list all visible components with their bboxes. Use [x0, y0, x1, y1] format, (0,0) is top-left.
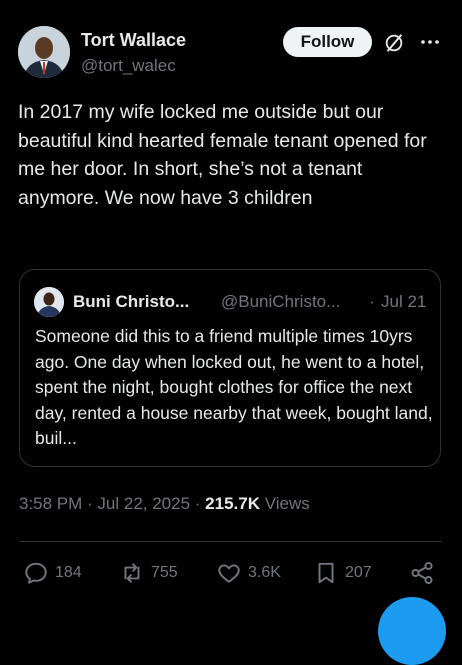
meta-separator: ·	[190, 494, 206, 513]
tweet-date[interactable]: Jul 22, 2025	[97, 494, 190, 513]
bookmark-count: 207	[345, 564, 372, 581]
share-button[interactable]	[409, 558, 441, 588]
quoted-date[interactable]: Jul 21	[381, 292, 426, 312]
divider	[19, 541, 442, 542]
author-handle[interactable]: @tort_walec	[81, 56, 176, 76]
grok-icon[interactable]	[383, 32, 405, 54]
bookmark-button[interactable]: 207	[313, 558, 372, 588]
quoted-author-name[interactable]: Buni Christo...	[73, 292, 189, 312]
repost-icon	[124, 563, 140, 583]
action-bar: 184 755 3.6K 207	[0, 558, 462, 588]
like-count: 3.6K	[248, 564, 281, 581]
views-label: Views	[264, 494, 310, 513]
reply-count: 184	[55, 564, 82, 581]
quoted-text: Someone did this to a friend multiple ti…	[35, 326, 433, 448]
reply-button[interactable]: 184	[23, 558, 82, 588]
quoted-tweet[interactable]: Buni Christo... @BuniChristo... · Jul 21…	[19, 269, 441, 467]
repost-count: 755	[151, 564, 178, 581]
quoted-separator: ·	[369, 292, 375, 311]
compose-button[interactable]	[378, 597, 446, 665]
tweet-header: Tort Wallace @tort_walec Follow	[18, 26, 448, 82]
quoted-author-avatar[interactable]	[34, 287, 64, 317]
repost-button[interactable]: 755	[119, 558, 178, 588]
bookmark-icon	[318, 562, 334, 584]
quoted-author-handle[interactable]: @BuniChristo...	[221, 292, 340, 312]
heart-icon	[218, 564, 240, 583]
like-button[interactable]: 3.6K	[216, 558, 281, 588]
follow-button[interactable]: Follow	[283, 27, 372, 57]
author-avatar[interactable]	[18, 26, 70, 78]
tweet-time[interactable]: 3:58 PM	[19, 494, 82, 513]
author-name[interactable]: Tort Wallace	[81, 30, 186, 51]
reply-icon	[25, 562, 47, 584]
meta-separator: ·	[82, 494, 98, 513]
views-count: 215.7K	[205, 494, 260, 513]
tweet-text: In 2017 my wife locked me outside but ou…	[18, 101, 427, 209]
more-icon[interactable]	[418, 30, 442, 54]
share-icon	[411, 561, 433, 585]
tweet-meta: 3:58 PM · Jul 22, 2025 · 215.7K Views	[19, 494, 310, 514]
